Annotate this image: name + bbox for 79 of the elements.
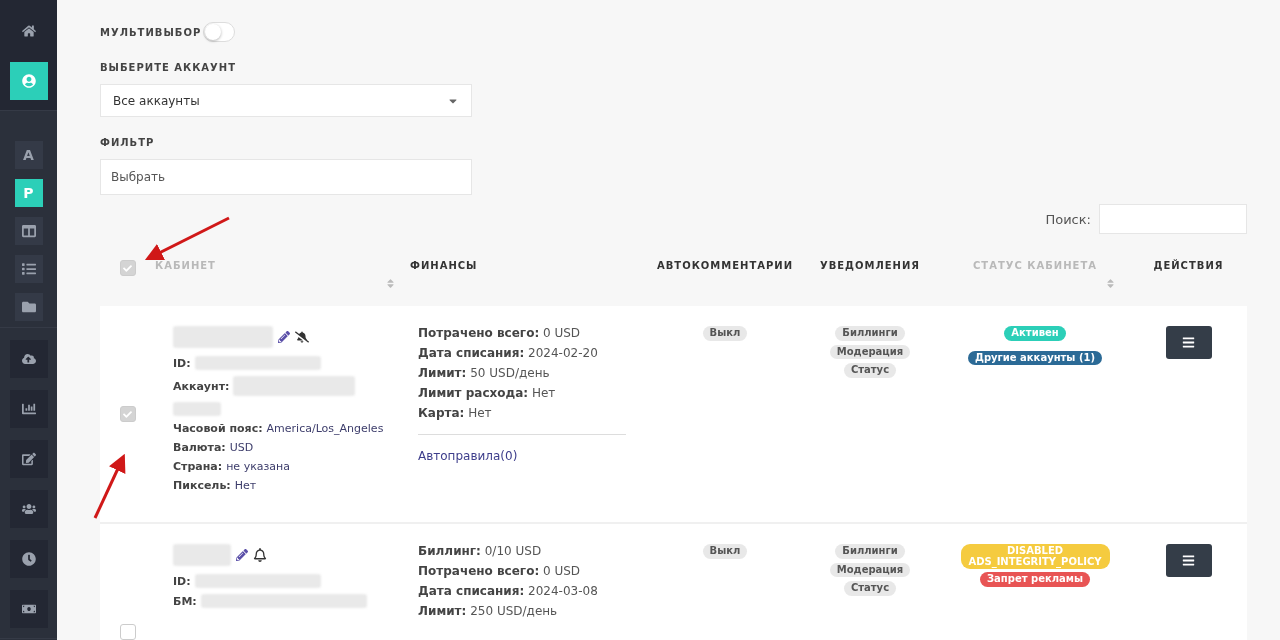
autocomments-tag: Выкл — [702, 326, 748, 341]
status-badge: Запрет рекламы — [980, 572, 1090, 587]
bar-chart-icon — [21, 402, 36, 416]
pencil-icon[interactable] — [278, 331, 290, 343]
status-badge: Активен — [1004, 326, 1066, 341]
columns-icon — [21, 224, 36, 238]
home-icon — [21, 24, 36, 38]
sidebar-item[interactable] — [9, 590, 48, 628]
bell-off-icon[interactable] — [295, 330, 309, 344]
column-header: ДЕЙСТВИЯ — [1153, 260, 1224, 271]
notification-tag: Статус — [843, 581, 897, 596]
field-label: ID: — [173, 574, 191, 588]
clock-icon — [21, 552, 36, 566]
field-label: Страна: — [173, 460, 223, 473]
cloud-upload-icon — [21, 352, 36, 366]
menu-icon — [1182, 336, 1195, 349]
sidebar-item[interactable] — [9, 440, 48, 478]
filter-label: ФИЛЬТР — [100, 137, 156, 148]
finance-line: Потрачено всего: 0 USD — [418, 326, 582, 340]
field-value: USD — [229, 441, 254, 454]
finance-line: Лимит: 250 USD/день — [418, 604, 559, 618]
search-field[interactable] — [1099, 204, 1247, 234]
multiselect-toggle[interactable] — [203, 22, 236, 42]
menu-button[interactable] — [1165, 326, 1212, 359]
row-checkbox[interactable] — [119, 624, 136, 640]
notification-tag: Биллинги — [835, 544, 905, 559]
money-icon — [21, 602, 36, 616]
status-badge: Другие аккаунты (1) — [968, 350, 1102, 365]
field-value: Нет — [234, 479, 257, 492]
field-label: Валюта: — [173, 441, 226, 454]
row-checkbox[interactable] — [119, 406, 136, 422]
field-label: Пиксель: — [173, 479, 231, 492]
multiselect-label: МУЛЬТИВЫБОР — [100, 26, 202, 38]
account-select[interactable]: Все аккаунты — [100, 84, 472, 117]
select-all-checkbox[interactable] — [119, 260, 136, 276]
finance-line: Дата списания: 2024-02-20 — [418, 346, 599, 360]
annotation-arrow — [93, 453, 126, 519]
menu-icon — [1182, 554, 1195, 567]
pencil-icon[interactable] — [236, 549, 248, 561]
field-label: БМ: — [173, 594, 197, 608]
users-icon — [21, 502, 36, 516]
finance-line: Лимит расхода: Нет — [418, 386, 557, 400]
folder-icon — [21, 300, 36, 314]
column-header: ФИНАНСЫ — [410, 260, 478, 271]
notification-tag: Статус — [843, 363, 897, 378]
status-badge: DISABLED ADS_INTEGRITY_POLICY — [960, 544, 1110, 569]
finance-line: Потрачено всего: 0 USD — [418, 564, 582, 578]
notification-tag: Модерация — [829, 562, 911, 577]
bell-icon[interactable] — [253, 548, 267, 562]
sidebar-item[interactable] — [9, 390, 48, 428]
menu-button[interactable] — [1165, 544, 1212, 577]
list-icon — [21, 262, 36, 276]
field-label: Аккаунт: — [173, 379, 230, 393]
autocomments-tag: Выкл — [702, 544, 748, 559]
finance-line: Карта: Нет — [418, 406, 493, 420]
sidebar-item[interactable]: A — [14, 141, 43, 169]
sidebar-item[interactable] — [9, 490, 48, 528]
check-icon — [123, 409, 132, 419]
notification-tag: Биллинги — [835, 326, 905, 341]
autorules-link[interactable]: Автоправила(0) — [418, 449, 650, 463]
check-icon — [123, 263, 132, 273]
field-value: не указана — [226, 460, 291, 473]
notification-tag: Модерация — [829, 344, 911, 359]
field-label: Часовой пояс: — [173, 422, 263, 435]
sidebar-item[interactable] — [9, 540, 48, 578]
filter-field[interactable]: Выбрать — [100, 159, 472, 195]
sidebar-item[interactable] — [9, 340, 48, 378]
edit-icon — [21, 452, 36, 466]
column-header: АВТОКОММЕНТАРИИ — [656, 260, 794, 271]
finance-line: Биллинг: 0/10 USD — [418, 544, 543, 558]
column-header: УВЕДОМЛЕНИЯ — [819, 260, 921, 271]
search-label: Поиск: — [1045, 211, 1091, 227]
user-icon — [21, 74, 36, 88]
finance-line: Лимит: 50 USD/день — [418, 366, 551, 380]
sidebar-item[interactable] — [9, 62, 48, 100]
finance-line: Дата списания: 2024-03-08 — [418, 584, 599, 598]
account-select-label: ВЫБЕРИТЕ АККАУНТ — [100, 62, 237, 73]
field-label: ID: — [173, 356, 191, 370]
field-value: America/Los_Angeles — [266, 422, 384, 435]
